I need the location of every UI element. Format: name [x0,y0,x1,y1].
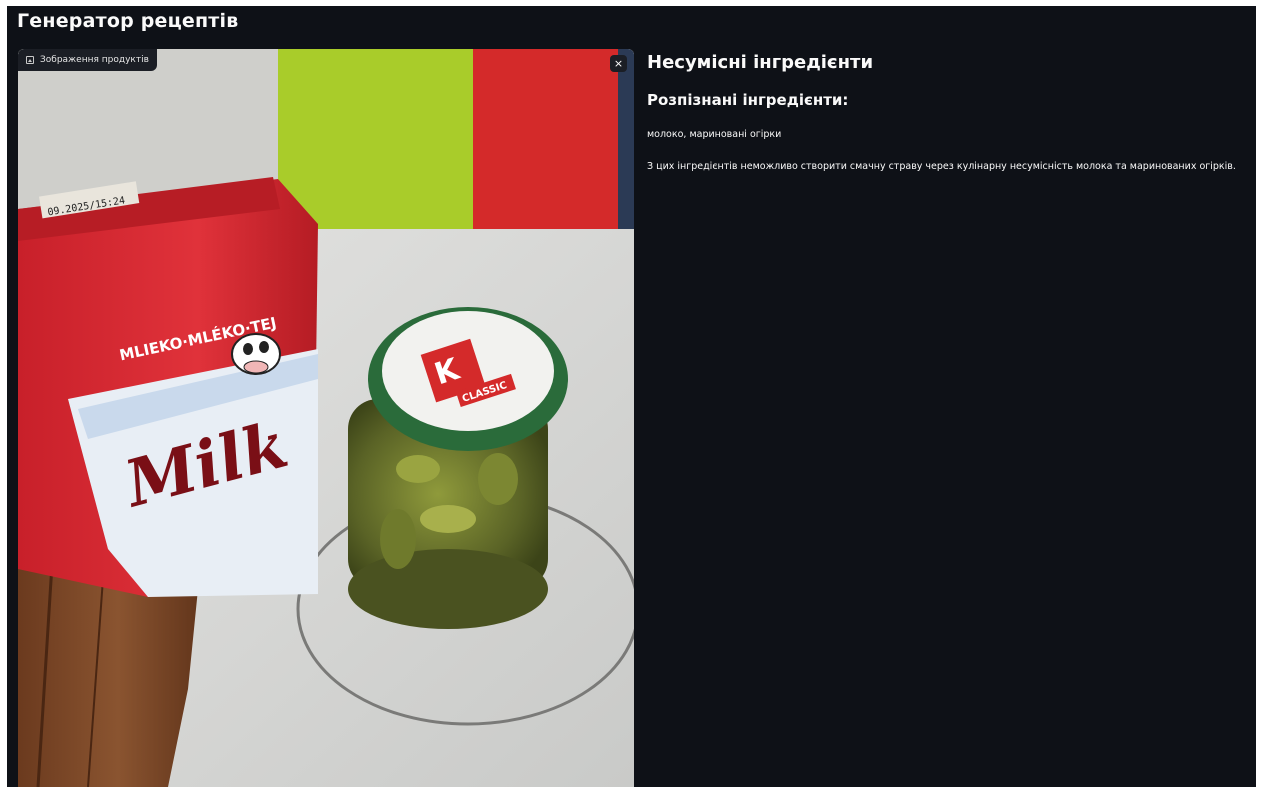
products-photo: 09.2025/15:24 MLIEKO·MLÉKO·TEJ Milk K CL… [18,49,634,787]
result-panel: Несумісні інгредієнти Розпізнані інгреді… [647,52,1252,172]
image-caption: Зображення продуктів [18,49,157,71]
image-caption-label: Зображення продуктів [40,55,149,65]
close-image-button[interactable]: × [610,55,627,72]
recognized-heading: Розпізнані інгредієнти: [647,91,849,109]
close-icon: × [613,57,624,70]
explanation-text: З цих інгредієнтів неможливо створити см… [647,161,1236,172]
ingredients-list: молоко, мариновані огірки [647,129,782,140]
products-image: 09.2025/15:24 MLIEKO·MLÉKO·TEJ Milk K CL… [18,49,634,787]
page-title: Генератор рецептів [17,10,239,32]
app-container: Генератор рецептів 09.2025/15:24 MLIEKO·… [7,6,1256,787]
result-title: Несумісні інгредієнти [647,52,874,73]
image-icon [26,56,34,64]
